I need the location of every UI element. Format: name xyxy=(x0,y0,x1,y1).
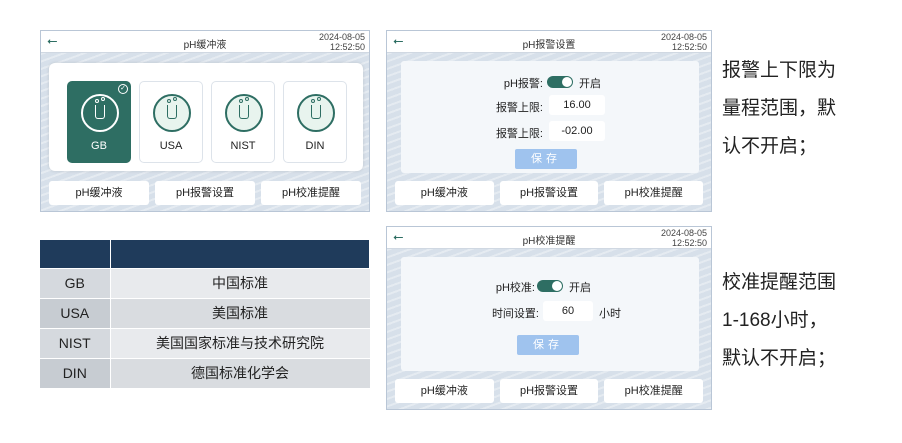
alarm-state: 开启 xyxy=(579,78,601,90)
tab-alarm-settings[interactable]: pH报警设置 xyxy=(499,181,599,205)
lower-limit-input[interactable]: -02.00 xyxy=(549,121,605,141)
datetime: 2024-08-05 12:52:50 xyxy=(660,228,707,248)
upper-limit-input[interactable]: 16.00 xyxy=(549,95,605,115)
beaker-icon xyxy=(297,94,335,132)
tab-calibration-reminder[interactable]: pH校准提醒 xyxy=(604,379,704,403)
tab-buffer[interactable]: pH缓冲液 xyxy=(49,181,149,205)
tab-alarm-settings[interactable]: pH报警设置 xyxy=(499,379,599,403)
standard-label: GB xyxy=(91,140,107,152)
table-cell-name: 德国标准化学会 xyxy=(110,357,370,388)
alarm-label: pH报警: xyxy=(503,78,543,90)
table-cell-name: 中国标准 xyxy=(110,267,370,298)
table-cell-code: USA xyxy=(40,297,111,328)
table-header-cell xyxy=(40,240,111,268)
tab-buffer[interactable]: pH缓冲液 xyxy=(395,379,494,403)
standard-tile-din[interactable]: DIN xyxy=(283,81,347,163)
table-cell-name: 美国标准 xyxy=(110,297,370,328)
table-header-row xyxy=(40,240,370,268)
save-button[interactable]: 保存 xyxy=(517,335,579,355)
table-row: GB 中国标准 xyxy=(40,267,370,298)
standard-label: DIN xyxy=(305,140,325,152)
standard-tile-gb[interactable]: ✓ GB xyxy=(67,81,131,163)
alarm-note: 报警上下限为 量程范围，默 认不开启； xyxy=(722,60,837,157)
standard-label: NIST xyxy=(230,140,256,152)
time-setting-label: 时间设置: xyxy=(491,308,539,320)
alarm-screen: ⭠ pH报警设置 2024-08-05 12:52:50 pH报警: 开启 报警… xyxy=(386,30,712,212)
datetime: 2024-08-05 12:52:50 xyxy=(660,32,707,52)
standard-label: USA xyxy=(159,140,183,152)
tab-calibration-reminder[interactable]: pH校准提醒 xyxy=(261,181,361,205)
tab-bar: pH缓冲液 pH报警设置 pH校准提醒 xyxy=(395,379,704,403)
save-button[interactable]: 保存 xyxy=(515,149,577,169)
table-cell-name: 美国国家标准与技术研究院 xyxy=(110,327,370,358)
table-row: USA 美国标准 xyxy=(40,297,370,328)
check-icon: ✓ xyxy=(118,84,128,94)
tab-buffer[interactable]: pH缓冲液 xyxy=(395,181,494,205)
table-row: NIST 美国国家标准与技术研究院 xyxy=(40,327,370,358)
title-bar: ⭠ pH报警设置 2024-08-05 12:52:50 xyxy=(387,31,711,53)
calibration-screen: ⭠ pH校准提醒 2024-08-05 12:52:50 pH校准: 开启 时间… xyxy=(386,226,712,410)
title-bar: ⭠ pH校准提醒 2024-08-05 12:52:50 xyxy=(387,227,711,249)
time-setting-input[interactable]: 60 xyxy=(543,301,593,321)
tab-bar: pH缓冲液 pH报警设置 pH校准提醒 xyxy=(49,181,361,205)
beaker-icon xyxy=(81,94,119,132)
table-cell-code: DIN xyxy=(40,357,111,388)
beaker-icon xyxy=(153,94,191,132)
time-unit: 小时 xyxy=(599,308,621,320)
calibration-label: pH校准: xyxy=(495,282,535,294)
tab-alarm-settings[interactable]: pH报警设置 xyxy=(155,181,255,205)
standard-tile-nist[interactable]: NIST xyxy=(211,81,275,163)
table-cell-code: GB xyxy=(40,267,111,298)
calibration-toggle[interactable] xyxy=(537,280,563,292)
title-bar: ⭠ pH缓冲液 2024-08-05 12:52:50 xyxy=(41,31,369,53)
alarm-toggle[interactable] xyxy=(547,76,573,88)
upper-limit-label: 报警上限: xyxy=(495,102,543,114)
tab-bar: pH缓冲液 pH报警设置 pH校准提醒 xyxy=(395,181,704,205)
standards-table: GB 中国标准 USA 美国标准 NIST 美国国家标准与技术研究院 DIN 德… xyxy=(40,240,370,388)
beaker-icon xyxy=(225,94,263,132)
datetime: 2024-08-05 12:52:50 xyxy=(318,32,365,52)
table-cell-code: NIST xyxy=(40,327,111,358)
calibration-note: 校准提醒范围 1-168小时， 默认不开启； xyxy=(722,272,837,369)
table-header-cell xyxy=(110,240,370,268)
standard-tile-usa[interactable]: USA xyxy=(139,81,203,163)
buffer-screen: ⭠ pH缓冲液 2024-08-05 12:52:50 ✓ GB USA NIS… xyxy=(40,30,370,212)
tab-calibration-reminder[interactable]: pH校准提醒 xyxy=(604,181,704,205)
lower-limit-label: 报警上限: xyxy=(495,128,543,140)
table-row: DIN 德国标准化学会 xyxy=(40,357,370,388)
calibration-state: 开启 xyxy=(569,282,591,294)
